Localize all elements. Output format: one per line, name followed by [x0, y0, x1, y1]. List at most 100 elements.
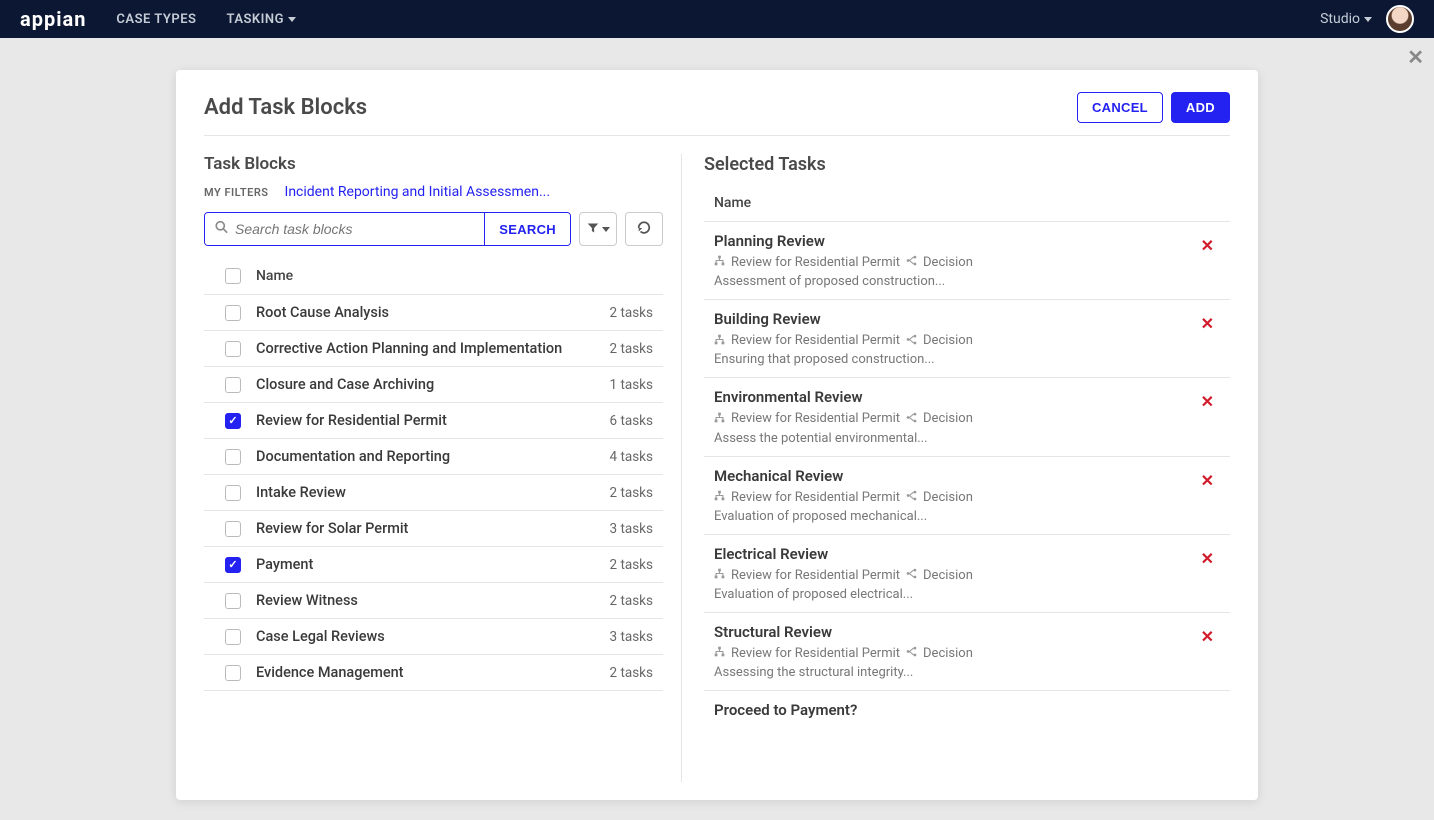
selected-task-row: Structural Review Review for Residential … [704, 613, 1230, 691]
search-icon [215, 221, 228, 238]
checkbox-cell [214, 485, 252, 501]
select-all-checkbox[interactable] [225, 268, 241, 284]
task-block-count: 2 tasks [610, 665, 653, 681]
refresh-button[interactable] [625, 212, 663, 246]
selected-task-description: Assessing the structural integrity... [714, 665, 1195, 680]
task-block-checkbox[interactable] [225, 593, 241, 609]
selected-task-title: Structural Review [714, 623, 1195, 641]
source-label: Review for Residential Permit [731, 489, 900, 507]
name-column-header: Name [252, 268, 653, 284]
task-block-row[interactable]: Case Legal Reviews3 tasks [204, 619, 663, 655]
hierarchy-icon [714, 255, 725, 270]
remove-task-button[interactable]: ✕ [1195, 232, 1220, 259]
search-button[interactable]: SEARCH [484, 213, 570, 245]
checkbox-cell [214, 449, 252, 465]
remove-task-button[interactable]: ✕ [1195, 388, 1220, 415]
checkbox-cell [214, 341, 252, 357]
task-block-row[interactable]: Root Cause Analysis2 tasks [204, 295, 663, 331]
task-block-name: Closure and Case Archiving [252, 376, 610, 393]
selected-task-title: Planning Review [714, 232, 1195, 250]
task-block-checkbox[interactable] [225, 377, 241, 393]
remove-task-button[interactable]: ✕ [1195, 310, 1220, 337]
task-block-name: Corrective Action Planning and Implement… [252, 340, 610, 357]
nav-label: CASE TYPES [116, 12, 196, 27]
type-label: Decision [923, 332, 973, 350]
selected-name-header: Name [704, 185, 1230, 222]
task-block-row[interactable]: Documentation and Reporting4 tasks [204, 439, 663, 475]
selected-task-content: Structural Review Review for Residential … [714, 623, 1195, 680]
hierarchy-icon [714, 412, 725, 427]
selected-task-title: Mechanical Review [714, 467, 1195, 485]
task-block-name: Review for Residential Permit [252, 412, 610, 429]
topbar-left: appian CASE TYPES TASKING [20, 7, 296, 31]
blocks-header: Name [204, 258, 663, 295]
type-label: Decision [923, 489, 973, 507]
task-block-checkbox[interactable] [225, 449, 241, 465]
task-block-count: 1 tasks [610, 377, 653, 393]
task-block-row[interactable]: Review for Solar Permit3 tasks [204, 511, 663, 547]
task-block-row[interactable]: Payment2 tasks [204, 547, 663, 583]
task-block-row[interactable]: Closure and Case Archiving1 tasks [204, 367, 663, 403]
checkbox-cell [214, 305, 252, 321]
filter-link[interactable]: Incident Reporting and Initial Assessmen… [285, 184, 551, 200]
source-label: Review for Residential Permit [731, 645, 900, 663]
selected-task-title: Electrical Review [714, 545, 1195, 563]
checkbox-cell [214, 521, 252, 537]
cancel-button[interactable]: CANCEL [1077, 92, 1163, 123]
task-block-name: Payment [252, 556, 610, 573]
task-block-row[interactable]: Review for Residential Permit6 tasks [204, 403, 663, 439]
task-block-checkbox[interactable] [225, 629, 241, 645]
chevron-down-icon [1364, 17, 1372, 22]
task-block-checkbox[interactable] [225, 521, 241, 537]
task-blocks-panel: Task Blocks MY FILTERS Incident Reportin… [204, 154, 682, 782]
user-avatar[interactable] [1386, 5, 1414, 33]
selected-task-description: Ensuring that proposed construction... [714, 352, 1195, 367]
modal-header: Add Task Blocks CANCEL ADD [204, 92, 1230, 136]
task-block-count: 3 tasks [610, 629, 653, 645]
selected-tasks-title: Selected Tasks [704, 154, 1230, 175]
task-block-count: 4 tasks [610, 449, 653, 465]
source-label: Review for Residential Permit [731, 567, 900, 585]
selected-task-title: Environmental Review [714, 388, 1195, 406]
task-block-row[interactable]: Evidence Management2 tasks [204, 655, 663, 691]
task-blocks-title: Task Blocks [204, 154, 663, 174]
task-block-row[interactable]: Corrective Action Planning and Implement… [204, 331, 663, 367]
task-block-checkbox[interactable] [225, 413, 241, 429]
modal-body: Task Blocks MY FILTERS Incident Reportin… [204, 154, 1230, 782]
select-all-cell [214, 268, 252, 284]
task-block-row[interactable]: Review Witness2 tasks [204, 583, 663, 619]
filter-dropdown-button[interactable] [579, 212, 617, 246]
checkbox-cell [214, 629, 252, 645]
task-block-checkbox[interactable] [225, 665, 241, 681]
add-button[interactable]: ADD [1171, 92, 1230, 123]
remove-task-button[interactable]: ✕ [1195, 545, 1220, 572]
search-row: SEARCH [204, 212, 663, 246]
hierarchy-icon [714, 334, 725, 349]
nav-tasking[interactable]: TASKING [226, 12, 296, 27]
selected-tasks-list[interactable]: Name Planning Review Review for Residenti… [704, 185, 1230, 782]
task-block-checkbox[interactable] [225, 557, 241, 573]
branch-icon [906, 334, 917, 349]
checkbox-cell [214, 377, 252, 393]
selected-task-title: Building Review [714, 310, 1195, 328]
task-block-checkbox[interactable] [225, 305, 241, 321]
remove-task-button[interactable]: ✕ [1195, 623, 1220, 650]
nav-case-types[interactable]: CASE TYPES [116, 12, 196, 27]
task-block-count: 6 tasks [610, 413, 653, 429]
task-block-name: Evidence Management [252, 664, 610, 681]
selected-task-row: Building Review Review for Residential Pe… [704, 300, 1230, 378]
task-block-row[interactable]: Intake Review2 tasks [204, 475, 663, 511]
selected-task-row: Environmental ReviewReview for Residenti… [704, 378, 1230, 456]
task-block-checkbox[interactable] [225, 485, 241, 501]
hierarchy-icon [714, 490, 725, 505]
my-filters-label: MY FILTERS [204, 186, 269, 199]
selected-task-meta: Review for Residential PermitDecision [714, 332, 1195, 350]
remove-task-button[interactable]: ✕ [1195, 467, 1220, 494]
task-blocks-list[interactable]: Name Root Cause Analysis2 tasks Correctiv… [204, 258, 663, 782]
add-task-blocks-modal: Add Task Blocks CANCEL ADD Task Blocks M… [176, 70, 1258, 800]
task-block-checkbox[interactable] [225, 341, 241, 357]
studio-dropdown[interactable]: Studio [1320, 11, 1372, 27]
search-input[interactable] [205, 213, 484, 245]
close-icon[interactable]: ✕ [1407, 45, 1424, 69]
selected-task-row: Electrical Review Review for Residential … [704, 535, 1230, 613]
